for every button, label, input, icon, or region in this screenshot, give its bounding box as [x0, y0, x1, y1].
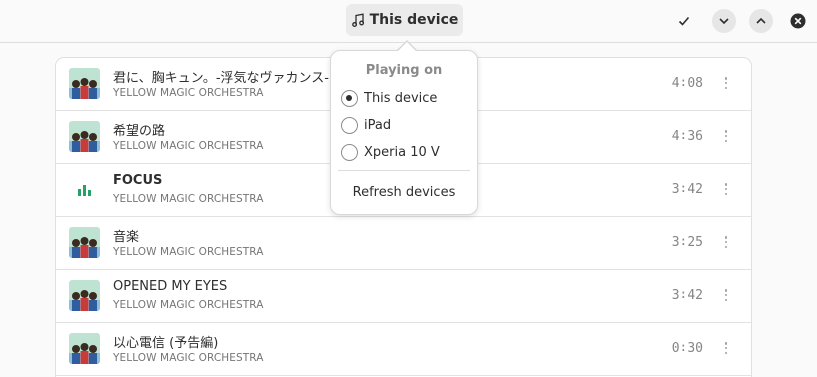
radio-button[interactable]: [341, 143, 358, 161]
track-duration: 4∶08: [671, 76, 703, 91]
popover-heading: Playing on: [365, 63, 443, 78]
album-art: [69, 68, 100, 99]
track-artist: YELLOW MAGIC ORCHESTRA: [113, 87, 264, 99]
more-options-icon[interactable]: [723, 128, 729, 144]
track-duration: 3∶42: [671, 182, 703, 197]
device-popover: Playing on This device iPad Xperia 10 V …: [330, 50, 478, 215]
album-art: [69, 280, 100, 311]
device-selector-button[interactable]: This device: [346, 4, 463, 36]
track-artist: YELLOW MAGIC ORCHESTRA: [113, 140, 264, 152]
track-title: FOCUS: [113, 173, 163, 188]
device-selector-label: This device: [369, 12, 459, 28]
close-icon[interactable]: [786, 9, 810, 33]
track-title: 君に、胸キュン。-浮気なヴァカンス-: [113, 71, 329, 86]
track-artist: YELLOW MAGIC ORCHESTRA: [113, 352, 264, 364]
header-bar: This device: [0, 0, 817, 43]
more-options-icon[interactable]: [723, 340, 729, 356]
popover-divider: [338, 170, 470, 171]
radio-button[interactable]: [341, 89, 358, 107]
now-playing-icon: [78, 184, 92, 196]
track-row[interactable]: OPENED MY EYES YELLOW MAGIC ORCHESTRA 3∶…: [56, 270, 751, 323]
music-note-icon: [351, 13, 365, 27]
more-options-icon[interactable]: [723, 75, 729, 91]
track-duration: 3∶25: [671, 235, 703, 250]
chevron-down-icon[interactable]: [712, 9, 736, 33]
album-art: [69, 227, 100, 258]
device-option-this-device[interactable]: This device: [341, 88, 469, 108]
track-title: OPENED MY EYES: [113, 279, 228, 294]
device-option-xperia[interactable]: Xperia 10 V: [341, 142, 469, 162]
check-icon[interactable]: [672, 9, 696, 33]
device-option-label: iPad: [364, 117, 392, 133]
track-artist: YELLOW MAGIC ORCHESTRA: [113, 246, 264, 258]
track-title: 以心電信 (予告編): [113, 336, 219, 351]
track-duration: 3∶42: [671, 288, 703, 303]
device-option-label: Xperia 10 V: [364, 144, 440, 160]
track-artist: YELLOW MAGIC ORCHESTRA: [113, 299, 264, 311]
app-window: This device 君に、胸キュン。-浮気なヴァカンス- YELLOW MA…: [0, 0, 817, 377]
track-row[interactable]: 以心電信 (予告編) YELLOW MAGIC ORCHESTRA 0∶30: [56, 323, 751, 376]
track-title: 希望の路: [113, 124, 166, 139]
device-option-ipad[interactable]: iPad: [341, 115, 469, 135]
refresh-devices-button[interactable]: Refresh devices: [331, 185, 477, 200]
track-artist: YELLOW MAGIC ORCHESTRA: [113, 193, 264, 205]
track-duration: 0∶30: [671, 341, 703, 356]
track-duration: 4∶36: [671, 129, 703, 144]
popover-arrow-fill: [397, 42, 417, 52]
chevron-up-icon[interactable]: [749, 9, 773, 33]
album-art: [69, 333, 100, 364]
more-options-icon[interactable]: [723, 287, 729, 303]
track-row[interactable]: 音楽 YELLOW MAGIC ORCHESTRA 3∶25: [56, 217, 751, 270]
more-options-icon[interactable]: [723, 234, 729, 250]
radio-button[interactable]: [341, 116, 358, 134]
device-option-label: This device: [364, 90, 438, 106]
more-options-icon[interactable]: [723, 181, 729, 197]
album-art: [69, 121, 100, 152]
track-title: 音楽: [113, 230, 140, 245]
